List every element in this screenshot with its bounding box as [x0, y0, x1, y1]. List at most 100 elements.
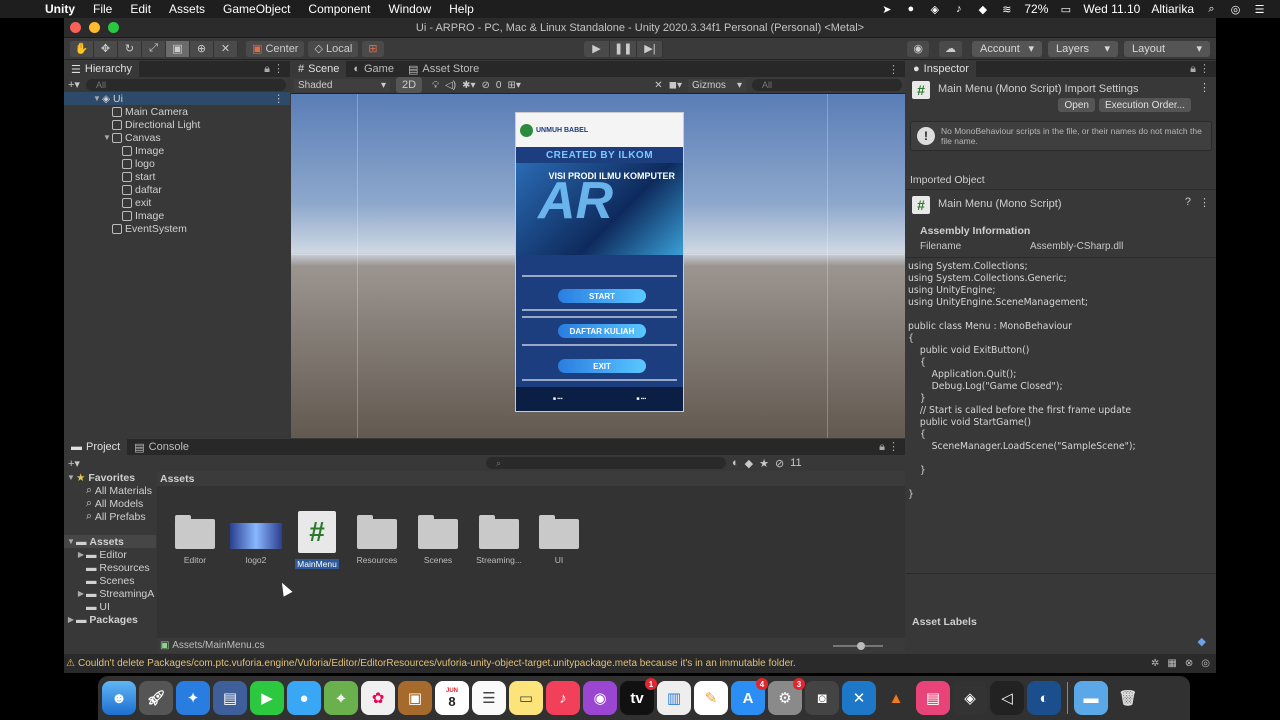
- hierarchy-item-directional-light[interactable]: Directional Light: [64, 118, 290, 131]
- battery-icon[interactable]: ▭: [1059, 3, 1072, 16]
- help-icon[interactable]: ?: [1185, 196, 1191, 208]
- location-icon[interactable]: ➤: [880, 3, 893, 16]
- pause-button[interactable]: ❚❚: [610, 40, 638, 57]
- daftar-kuliah-button[interactable]: DAFTAR KULIAH: [558, 324, 646, 338]
- filter-label-icon[interactable]: ◆: [745, 457, 753, 470]
- minimize-window-button[interactable]: [89, 22, 100, 33]
- hierarchy-item-canvas[interactable]: ▼ Canvas: [64, 131, 290, 144]
- hierarchy-item-logo[interactable]: logo: [64, 157, 290, 170]
- lighting-icon[interactable]: 💡︎: [432, 80, 439, 91]
- expand-arrow-icon[interactable]: ▼: [66, 537, 76, 546]
- layers-dropdown[interactable]: Layers ▾: [1048, 40, 1118, 57]
- calendar-icon[interactable]: JUN 8: [435, 681, 469, 715]
- tab-scene[interactable]: # Scene: [291, 61, 347, 77]
- asset-grid-breadcrumb[interactable]: Assets: [157, 471, 905, 486]
- gizmos-dropdown[interactable]: Gizmos ▾: [688, 78, 746, 92]
- expand-arrow-icon[interactable]: ▼: [102, 133, 112, 142]
- hierarchy-item-eventsystem[interactable]: EventSystem: [64, 222, 290, 235]
- favorite-all-models[interactable]: ⌕ All Models: [64, 497, 156, 510]
- rect-tool-icon[interactable]: ▣: [166, 40, 190, 57]
- console-status-bar[interactable]: ⚠ Couldn't delete Packages/com.ptc.vufor…: [64, 654, 1216, 673]
- vscode-icon[interactable]: ✕: [842, 681, 876, 715]
- wifi-icon[interactable]: ≋: [1000, 3, 1013, 16]
- hierarchy-item-exit[interactable]: exit: [64, 196, 290, 209]
- zoom-window-button[interactable]: [108, 22, 119, 33]
- collab-icon[interactable]: ◉: [907, 40, 929, 57]
- hierarchy-item-image[interactable]: Image: [64, 144, 290, 157]
- unity-hub-icon[interactable]: ◈: [928, 3, 941, 16]
- hidden-objects-icon[interactable]: ⊘: [482, 80, 490, 91]
- project-search-input[interactable]: ⌕: [485, 457, 726, 469]
- hierarchy-item-image-2[interactable]: Image: [64, 209, 290, 222]
- pivot-center-toggle[interactable]: ▣ Center: [246, 40, 305, 57]
- maps-icon[interactable]: ⌖: [324, 681, 358, 715]
- launchpad-icon[interactable]: 🚀︎: [139, 681, 173, 715]
- tools-icon[interactable]: ✕: [654, 80, 662, 91]
- unity-dock-icon[interactable]: ◁: [990, 681, 1024, 715]
- expand-arrow-icon[interactable]: ▶: [76, 550, 86, 559]
- menu-gameobject[interactable]: GameObject: [214, 2, 299, 16]
- apple-tv-icon[interactable]: tv 1: [620, 678, 657, 715]
- grid-snap-icon[interactable]: ⊞: [362, 40, 384, 57]
- unity-hub-dock-icon[interactable]: ◈: [953, 681, 987, 715]
- lock-icon[interactable]: 🔒︎ ⋮: [879, 440, 905, 454]
- rotate-tool-icon[interactable]: ↻: [118, 40, 142, 57]
- asset-logo2-image[interactable]: logo2: [226, 519, 286, 565]
- scene-search-input[interactable]: All: [752, 79, 902, 91]
- photos-icon[interactable]: ✿: [361, 681, 395, 715]
- vlc-icon[interactable]: ▲: [879, 681, 913, 715]
- settings-menu-icon[interactable]: ⋮: [1199, 196, 1210, 209]
- screenshot-icon[interactable]: ◙: [805, 681, 839, 715]
- asset-ui-folder[interactable]: UI: [529, 515, 589, 565]
- zoom-slider[interactable]: [833, 641, 883, 650]
- grid-toggle-icon[interactable]: ⊞▾: [507, 80, 520, 91]
- lock-icon[interactable]: 🔒︎ ⋮: [264, 62, 290, 76]
- app-icon[interactable]: ▤: [916, 681, 950, 715]
- layout-dropdown[interactable]: Layout ▾: [1124, 40, 1210, 57]
- add-icon[interactable]: +▾: [68, 78, 80, 91]
- folder-resources[interactable]: ▬ Resources: [64, 561, 156, 574]
- open-button[interactable]: Open: [1058, 98, 1095, 112]
- packages-root-item[interactable]: ▶ ▬ Packages: [64, 613, 156, 626]
- panel-menu-icon[interactable]: ⋮: [888, 63, 905, 76]
- favorite-all-prefabs[interactable]: ⌕ All Prefabs: [64, 510, 156, 523]
- favorite-all-materials[interactable]: ⌕ All Materials: [64, 484, 156, 497]
- safari-icon[interactable]: ✦: [176, 681, 210, 715]
- play-button[interactable]: ▶: [584, 40, 610, 57]
- pages-icon[interactable]: ✎: [694, 681, 728, 715]
- search-icon[interactable]: ⌕: [1205, 3, 1218, 15]
- scene-viewport[interactable]: UNMUH BABEL CREATED BY ILKOM AR VISI PRO…: [291, 94, 905, 438]
- favorites-item[interactable]: ▼ ★ Favorites: [64, 471, 156, 484]
- assets-root-item[interactable]: ▼ ▬ Assets: [64, 535, 156, 548]
- music-icon[interactable]: ♪: [546, 681, 580, 715]
- podcasts-icon[interactable]: ◉: [583, 681, 617, 715]
- browser-icon[interactable]: ◐: [1027, 681, 1061, 715]
- shading-mode-dropdown[interactable]: Shaded ▾: [294, 78, 390, 92]
- cloud-icon[interactable]: ☁: [939, 40, 962, 57]
- add-icon[interactable]: +▾: [68, 457, 80, 470]
- favorite-star-icon[interactable]: ★: [759, 457, 769, 470]
- expand-arrow-icon[interactable]: ▶: [66, 615, 76, 624]
- messages-icon[interactable]: ●: [287, 681, 321, 715]
- asset-scenes-folder[interactable]: Scenes: [408, 515, 468, 565]
- progress-icon[interactable]: ▦: [1167, 658, 1176, 669]
- trash-icon[interactable]: 🗑︎: [1111, 681, 1145, 715]
- bug-icon[interactable]: ✲: [1151, 658, 1159, 669]
- tab-asset-store[interactable]: ▤ Asset Store: [401, 61, 486, 77]
- transform-tool-icon[interactable]: ⊕: [190, 40, 214, 57]
- folder-scenes[interactable]: ▬ Scenes: [64, 574, 156, 587]
- control-center-icon[interactable]: ☰: [1253, 3, 1266, 16]
- custom-tool-icon[interactable]: ✕: [214, 40, 238, 57]
- canvas-poster-image[interactable]: UNMUH BABEL CREATED BY ILKOM AR VISI PRO…: [515, 112, 684, 412]
- tag-icon[interactable]: ◆: [1198, 635, 1206, 648]
- contacts-icon[interactable]: ▣: [398, 681, 432, 715]
- move-tool-icon[interactable]: ✥: [94, 40, 118, 57]
- menu-edit[interactable]: Edit: [121, 2, 160, 16]
- effects-icon[interactable]: ✱▾: [462, 80, 475, 91]
- expand-arrow-icon[interactable]: ▼: [66, 473, 76, 482]
- hidden-packages-icon[interactable]: ⊘: [775, 457, 784, 470]
- exit-button[interactable]: EXIT: [558, 359, 646, 373]
- tab-project[interactable]: ▬ Project: [64, 439, 128, 455]
- asset-mainmenu-script[interactable]: # MainMenu: [287, 511, 347, 569]
- hierarchy-scene-root[interactable]: ▼ ◈ Ui ⋮: [64, 92, 290, 105]
